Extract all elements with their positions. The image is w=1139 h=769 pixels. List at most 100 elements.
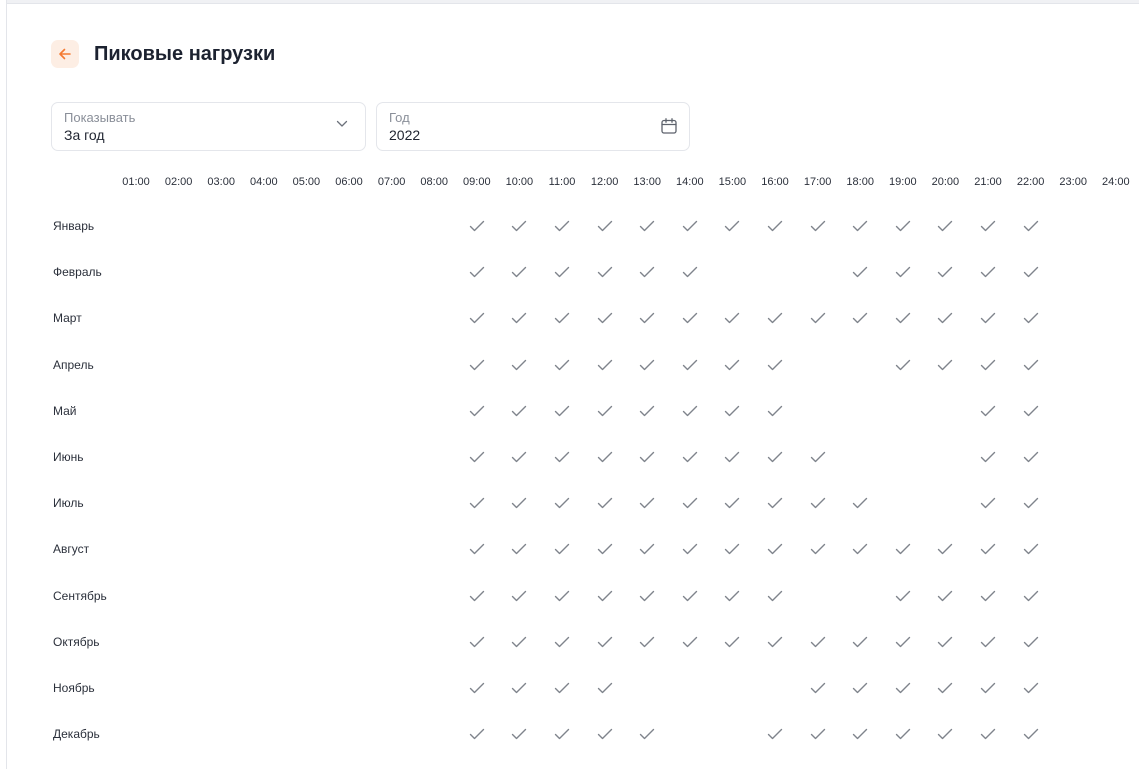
check-icon bbox=[469, 497, 484, 509]
check-icon bbox=[725, 544, 740, 555]
page-header: Пиковые нагрузки bbox=[51, 40, 275, 68]
check-icon bbox=[554, 636, 570, 647]
check-icon bbox=[895, 682, 910, 694]
window-top-border bbox=[0, 0, 1139, 4]
check-icon bbox=[639, 359, 655, 370]
check-icon bbox=[725, 405, 740, 416]
check-icon bbox=[554, 405, 570, 416]
hour-label: 06:00 bbox=[335, 176, 363, 188]
window-left-border bbox=[0, 0, 7, 769]
hour-label: 11:00 bbox=[548, 176, 576, 188]
check-icon bbox=[767, 497, 783, 509]
check-icon bbox=[980, 544, 996, 555]
show-period-select[interactable]: Показывать За год bbox=[51, 102, 366, 151]
check-icon bbox=[1023, 590, 1038, 601]
show-period-label: Показывать bbox=[64, 110, 136, 125]
check-icon bbox=[639, 636, 655, 647]
chevron-down-icon bbox=[336, 120, 348, 127]
check-icon bbox=[852, 497, 868, 509]
check-icon bbox=[1023, 682, 1038, 694]
check-icon bbox=[597, 682, 612, 694]
check-icon bbox=[639, 405, 655, 416]
month-label: Февраль bbox=[53, 265, 102, 280]
check-icon bbox=[682, 313, 697, 324]
hour-label: 12:00 bbox=[590, 176, 619, 188]
hours-header: 01:00 02:00 03:00 04:00 05:00 06:00 07:00 08:00… bbox=[0, 175, 1139, 189]
check-icon bbox=[597, 266, 612, 278]
check-icon bbox=[725, 220, 740, 232]
check-icon bbox=[938, 266, 953, 278]
check-icon bbox=[682, 405, 697, 416]
check-icon bbox=[682, 359, 697, 370]
hour-label: 07:00 bbox=[377, 176, 406, 188]
hour-label: 23:00 bbox=[1059, 176, 1087, 188]
check-icon bbox=[1023, 359, 1038, 370]
check-icon bbox=[810, 636, 825, 647]
check-icon bbox=[895, 266, 910, 278]
hour-label: 05:00 bbox=[292, 176, 321, 188]
check-icon bbox=[597, 728, 612, 740]
check-icon bbox=[810, 497, 825, 509]
check-icon bbox=[980, 682, 996, 694]
check-icon bbox=[1023, 544, 1038, 555]
hour-label: 04:00 bbox=[250, 176, 278, 188]
check-icon bbox=[554, 728, 570, 740]
check-icon bbox=[725, 590, 740, 601]
check-icon bbox=[639, 220, 655, 232]
year-picker[interactable]: Год 2022 bbox=[376, 102, 690, 151]
check-icon bbox=[895, 544, 910, 555]
hour-label: 03:00 bbox=[207, 176, 235, 188]
check-icon bbox=[810, 313, 825, 324]
check-icon bbox=[469, 451, 484, 463]
check-icon bbox=[1023, 266, 1038, 278]
check-icon bbox=[469, 359, 484, 370]
back-button[interactable] bbox=[51, 40, 79, 68]
check-icon bbox=[597, 497, 612, 509]
check-icon bbox=[554, 359, 570, 370]
check-icon bbox=[725, 359, 740, 370]
check-icon bbox=[852, 220, 868, 232]
check-icon bbox=[938, 220, 953, 232]
check-icon bbox=[554, 544, 570, 555]
check-icon bbox=[980, 636, 996, 647]
calendar-icon[interactable] bbox=[660, 117, 678, 135]
month-label: Октябрь bbox=[53, 634, 100, 649]
check-icon bbox=[1023, 220, 1038, 232]
hour-label: 18:00 bbox=[846, 176, 874, 188]
hour-label: 21:00 bbox=[974, 176, 1002, 188]
check-icon bbox=[597, 313, 612, 324]
check-icon bbox=[1023, 405, 1038, 416]
check-icon bbox=[980, 728, 996, 740]
month-label: Август bbox=[53, 542, 90, 557]
check-icon bbox=[469, 544, 484, 555]
check-icon bbox=[852, 313, 868, 324]
hour-label: 14:00 bbox=[676, 176, 704, 188]
month-label: Сентябрь bbox=[53, 588, 107, 603]
check-icon bbox=[895, 590, 910, 601]
check-icon bbox=[1023, 451, 1038, 463]
check-icon bbox=[767, 220, 783, 232]
month-label: Июль bbox=[53, 496, 84, 511]
check-icon bbox=[852, 682, 868, 694]
check-icon bbox=[767, 451, 783, 463]
check-icon bbox=[512, 313, 527, 324]
check-icon bbox=[597, 359, 612, 370]
check-icon bbox=[938, 544, 953, 555]
check-icon bbox=[554, 682, 570, 694]
check-icon bbox=[469, 728, 484, 740]
check-icon bbox=[469, 636, 484, 647]
check-icon bbox=[639, 544, 655, 555]
check-icon bbox=[554, 590, 570, 601]
year-label: Год bbox=[389, 110, 410, 125]
hour-label: 16:00 bbox=[761, 176, 789, 188]
check-icon bbox=[725, 451, 740, 463]
check-icon bbox=[512, 451, 527, 463]
check-icon bbox=[852, 728, 868, 740]
check-icon bbox=[639, 590, 655, 601]
check-icon bbox=[938, 359, 953, 370]
month-label: Март bbox=[53, 311, 82, 326]
hour-label: 15:00 bbox=[718, 176, 747, 188]
check-icon bbox=[512, 728, 527, 740]
check-icon bbox=[938, 313, 953, 324]
hour-label: 10:00 bbox=[505, 176, 534, 188]
